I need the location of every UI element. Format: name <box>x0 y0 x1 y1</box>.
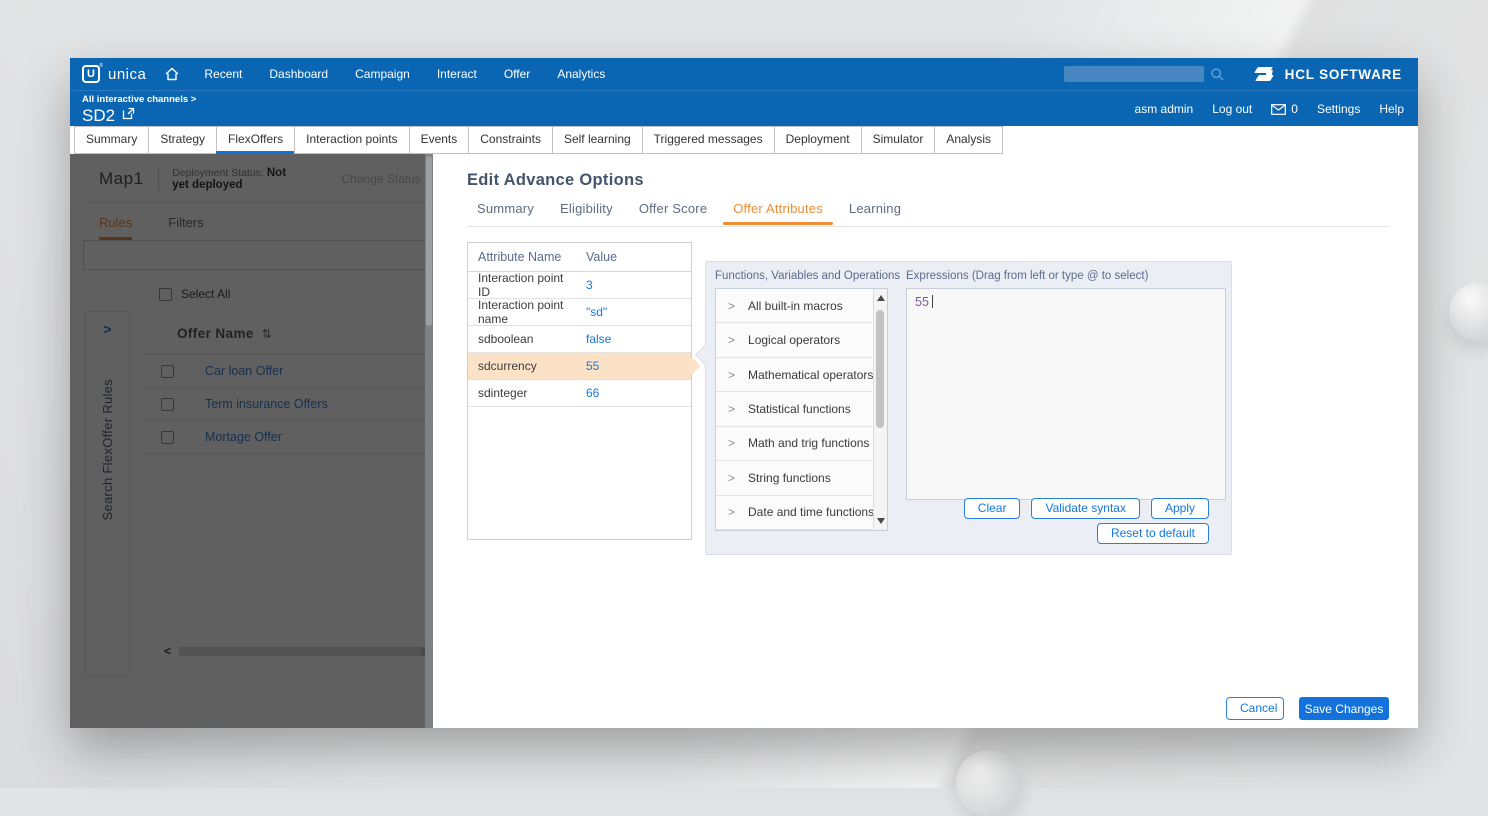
user-actions: asm admin Log out 0 Settings Help <box>1135 102 1404 116</box>
mail-count: 0 <box>1291 102 1298 116</box>
modal-title: Edit Advance Options <box>467 171 644 190</box>
top-menu: Recent Dashboard Campaign Interact Offer… <box>204 67 632 81</box>
tab-summary[interactable]: Summary <box>74 126 149 154</box>
modal-dim-overlay <box>70 154 433 728</box>
chevron-right-icon: > <box>728 402 735 416</box>
menu-item-campaign[interactable]: Campaign <box>355 67 410 81</box>
table-row[interactable]: Interaction point ID 3 <box>468 272 691 299</box>
column-value: Value <box>576 250 617 264</box>
attribute-table: Attribute Name Value Interaction point I… <box>467 242 692 540</box>
list-item[interactable]: >Statistical functions <box>716 392 872 426</box>
scrollbar-thumb[interactable] <box>876 310 884 428</box>
list-item[interactable]: >Math and trig functions <box>716 427 872 461</box>
app-window: U® unica Recent Dashboard Campaign Inter… <box>70 58 1418 728</box>
logout-link[interactable]: Log out <box>1212 102 1252 116</box>
callout-pointer <box>695 345 715 365</box>
modal-tab-offer-score[interactable]: Offer Score <box>629 201 717 225</box>
channel-title-block: All interactive channels > SD2 <box>82 93 196 126</box>
chevron-right-icon: > <box>728 471 735 485</box>
text-cursor <box>932 295 933 308</box>
table-row-selected[interactable]: sdcurrency 55 <box>468 353 691 380</box>
tab-events[interactable]: Events <box>409 126 470 154</box>
tab-self-learning[interactable]: Self learning <box>552 126 643 154</box>
cancel-button[interactable]: Cancel <box>1226 697 1284 720</box>
envelope-icon <box>1271 104 1286 115</box>
vertical-scrollbar <box>425 154 433 728</box>
brand-name: unica <box>108 66 146 83</box>
tab-analysis[interactable]: Analysis <box>934 126 1003 154</box>
expressions-label: Expressions (Drag from left or type @ to… <box>906 270 1148 282</box>
menu-item-interact[interactable]: Interact <box>437 67 477 81</box>
menu-item-dashboard[interactable]: Dashboard <box>269 67 328 81</box>
column-attribute-name: Attribute Name <box>468 250 576 264</box>
expression-textarea[interactable]: 55 <box>906 288 1226 500</box>
list-item[interactable]: >Mathematical operators <box>716 358 872 392</box>
menu-item-offer[interactable]: Offer <box>504 67 530 81</box>
modal-tabs: Summary Eligibility Offer Score Offer At… <box>467 201 917 225</box>
modal-tab-summary[interactable]: Summary <box>467 201 544 225</box>
chevron-right-icon: > <box>728 505 735 519</box>
user-name[interactable]: asm admin <box>1135 102 1194 116</box>
chevron-right-icon: > <box>728 436 735 450</box>
list-item[interactable]: >All built-in macros <box>716 289 872 323</box>
home-icon[interactable] <box>164 66 180 82</box>
scroll-down-icon[interactable] <box>877 518 885 524</box>
menu-item-analytics[interactable]: Analytics <box>557 67 605 81</box>
tab-interaction-points[interactable]: Interaction points <box>294 126 409 154</box>
unica-logo-icon: U® <box>82 65 100 83</box>
external-link-icon[interactable] <box>122 107 135 125</box>
save-changes-button[interactable]: Save Changes <box>1299 697 1389 720</box>
selection-pointer <box>684 358 701 375</box>
tab-constraints[interactable]: Constraints <box>468 126 553 154</box>
expression-buttons: Clear Validate syntax Apply <box>964 498 1209 519</box>
hcl-software-logo: HCL SOFTWARE <box>1251 66 1402 82</box>
table-row[interactable]: Interaction point name "sd" <box>468 299 691 326</box>
attribute-table-header: Attribute Name Value <box>468 243 691 272</box>
breadcrumb[interactable]: All interactive channels > <box>82 94 196 105</box>
list-item[interactable]: >Logical operators <box>716 323 872 357</box>
tab-simulator[interactable]: Simulator <box>861 126 936 154</box>
table-row[interactable]: sdinteger 66 <box>468 380 691 407</box>
tab-triggered-messages[interactable]: Triggered messages <box>642 126 775 154</box>
table-row[interactable]: sdboolean false <box>468 326 691 353</box>
apply-button[interactable]: Apply <box>1151 498 1209 519</box>
tab-flexoffers[interactable]: FlexOffers <box>216 126 295 154</box>
expression-editor: Functions, Variables and Operations >All… <box>705 261 1232 555</box>
divider <box>467 226 1390 227</box>
flexoffers-page-dimmed: Map1 Deployment Status:Not yet deployed … <box>70 154 433 728</box>
help-link[interactable]: Help <box>1379 102 1404 116</box>
hcl-logo-text: HCL SOFTWARE <box>1285 67 1402 82</box>
search-input[interactable] <box>1064 66 1204 82</box>
search-icon[interactable] <box>1210 67 1225 82</box>
top-nav-bar: U® unica Recent Dashboard Campaign Inter… <box>70 58 1418 90</box>
channel-header-bar: All interactive channels > SD2 asm admin… <box>70 90 1418 126</box>
edit-advance-options-panel: Edit Advance Options Summary Eligibility… <box>433 154 1418 728</box>
chevron-right-icon: > <box>728 299 735 313</box>
functions-label: Functions, Variables and Operations <box>715 270 900 282</box>
tab-strategy[interactable]: Strategy <box>148 126 217 154</box>
list-item[interactable]: >String functions <box>716 461 872 495</box>
validate-syntax-button[interactable]: Validate syntax <box>1031 498 1140 519</box>
functions-scrollbar[interactable] <box>873 289 887 530</box>
page-title: SD2 <box>82 106 115 126</box>
tab-deployment[interactable]: Deployment <box>774 126 862 154</box>
modal-tab-eligibility[interactable]: Eligibility <box>550 201 623 225</box>
modal-tab-offer-attributes[interactable]: Offer Attributes <box>723 201 833 225</box>
decorative-sphere <box>956 750 1022 816</box>
list-item[interactable]: >Date and time functions <box>716 496 872 530</box>
mail-indicator[interactable]: 0 <box>1271 102 1298 116</box>
chevron-right-icon: > <box>728 333 735 347</box>
scroll-up-icon[interactable] <box>877 295 885 301</box>
page-tab-bar: Summary Strategy FlexOffers Interaction … <box>70 126 1418 154</box>
settings-link[interactable]: Settings <box>1317 102 1360 116</box>
chevron-right-icon: > <box>728 368 735 382</box>
reset-to-default-button[interactable]: Reset to default <box>1097 523 1209 544</box>
modal-tab-learning[interactable]: Learning <box>839 201 911 225</box>
clear-button[interactable]: Clear <box>964 498 1021 519</box>
hcl-logo-icon <box>1251 66 1277 82</box>
functions-list: >All built-in macros >Logical operators … <box>715 288 888 531</box>
menu-item-recent[interactable]: Recent <box>204 67 242 81</box>
